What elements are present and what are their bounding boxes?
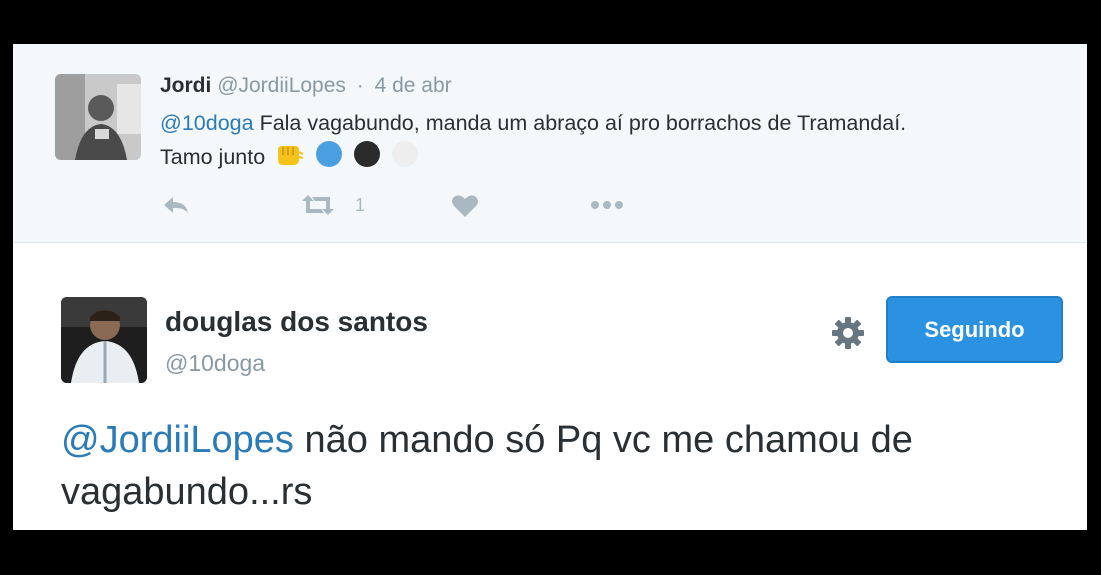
user-handle[interactable]: @10doga [165,350,265,377]
user-handle[interactable]: @JordiiLopes [217,74,346,97]
more-button[interactable] [589,194,625,216]
white-circle-icon [391,140,419,178]
black-circle-icon [353,140,381,178]
heart-icon [452,195,478,217]
user-name[interactable]: douglas dos santos [165,306,428,338]
parent-tweet[interactable]: Jordi @JordiiLopes · 4 de abr @10doga Fa… [13,44,1087,243]
tweet-screenshot: Jordi @JordiiLopes · 4 de abr @10doga Fa… [13,44,1087,530]
mention-link[interactable]: @JordiiLopes [61,419,294,461]
following-button[interactable]: Seguindo [886,296,1063,363]
tweet-text: @JordiiLopes não mando só Pq vc me chamo… [61,414,1061,518]
tweet-text: @10doga Fala vagabundo, manda um abraço … [160,106,1070,178]
retweet-icon [302,195,334,215]
gear-icon[interactable] [831,316,865,350]
blue-circle-icon [315,140,343,178]
tweet-header: Jordi @JordiiLopes · 4 de abr [160,74,452,98]
avatar[interactable] [61,297,147,383]
fist-icon [275,142,305,178]
separator: · [356,74,364,97]
retweet-button[interactable]: 1 [299,194,365,216]
more-icon [591,201,623,209]
tweet-text-line1: Fala vagabundo, manda um abraço aí pro b… [259,111,907,135]
retweet-count: 1 [355,194,366,215]
tweet-text-line2: Tamo junto [160,145,266,169]
avatar[interactable] [55,74,141,160]
tweet-date[interactable]: 4 de abr [375,74,452,97]
user-name[interactable]: Jordi [160,74,211,97]
mention-link[interactable]: @10doga [160,111,254,135]
like-button[interactable] [451,194,479,218]
reply-button[interactable] [161,194,191,216]
reply-icon [164,197,188,213]
